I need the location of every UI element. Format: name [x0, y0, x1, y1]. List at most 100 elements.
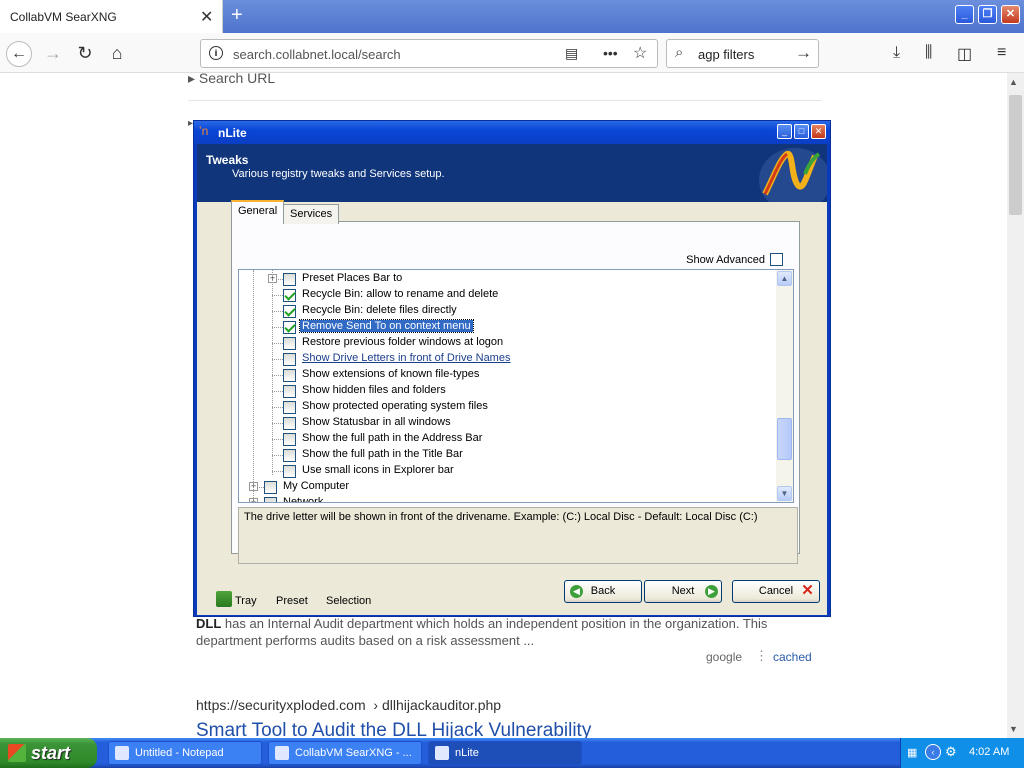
- tree-item[interactable]: + Preset Places Bar to: [239, 271, 777, 287]
- forward-button[interactable]: →: [40, 41, 66, 67]
- tree-scroll-thumb[interactable]: [777, 418, 792, 460]
- start-button[interactable]: start: [0, 738, 97, 768]
- tree-item[interactable]: Recycle Bin: delete files directly: [239, 303, 777, 319]
- page-scroll-thumb[interactable]: [1009, 95, 1022, 215]
- tree-checkbox[interactable]: [283, 289, 296, 302]
- tree-item[interactable]: Show extensions of known file-types: [239, 367, 777, 383]
- scroll-up-icon[interactable]: ▲: [1009, 77, 1018, 87]
- result-menu-icon[interactable]: ⋮: [755, 648, 768, 664]
- tree-item[interactable]: Show the full path in the Address Bar: [239, 431, 777, 447]
- task-notepad[interactable]: Untitled - Notepad: [108, 741, 262, 765]
- nlite-close-button[interactable]: ✕: [811, 124, 826, 139]
- show-advanced-checkbox[interactable]: [770, 253, 783, 266]
- downloads-icon[interactable]: ⤓: [893, 44, 900, 62]
- tree-item-label: Network: [283, 496, 324, 503]
- nlite-logo-icon: [759, 148, 827, 202]
- bookmark-star-icon[interactable]: ☆: [633, 43, 647, 63]
- search-go-icon[interactable]: →: [795, 43, 812, 63]
- firefox-icon: [275, 746, 289, 760]
- task-browser[interactable]: CollabVM SearXNG - ...: [268, 741, 422, 765]
- selection-link[interactable]: Selection: [326, 595, 371, 607]
- search-url-toggle[interactable]: ▸ Search URL: [188, 70, 275, 87]
- tree-item-label: Show hidden files and folders: [302, 384, 446, 396]
- minimize-button[interactable]: _: [955, 5, 974, 24]
- nlite-maximize-button[interactable]: □: [794, 124, 809, 139]
- menu-icon[interactable]: ≡: [997, 44, 1006, 62]
- tree-item[interactable]: Restore previous folder windows at logon: [239, 335, 777, 351]
- tree-checkbox[interactable]: [283, 417, 296, 430]
- tree-checkbox[interactable]: [283, 433, 296, 446]
- tree-scroll-down-icon[interactable]: ▼: [777, 486, 792, 501]
- tree-item[interactable]: + Network: [239, 495, 777, 503]
- nlite-titlebar[interactable]: ʼn nLite _ □ ✕: [194, 121, 830, 144]
- site-info-icon[interactable]: i: [209, 46, 223, 60]
- network-icon[interactable]: ⚙: [945, 744, 957, 760]
- tab-services[interactable]: Services: [283, 204, 340, 224]
- new-tab-button[interactable]: +: [231, 4, 243, 27]
- tree-checkbox[interactable]: [283, 305, 296, 318]
- tree-item[interactable]: Remove Send To on context menu: [239, 319, 777, 335]
- tree-checkbox[interactable]: [264, 481, 277, 494]
- tree-item[interactable]: Show hidden files and folders: [239, 383, 777, 399]
- close-button[interactable]: ✕: [1001, 5, 1020, 24]
- tree-checkbox[interactable]: [283, 385, 296, 398]
- tree-checkbox[interactable]: [283, 321, 296, 334]
- task-nlite[interactable]: nLite: [428, 741, 582, 765]
- browser-tab[interactable]: CollabVM SearXNG ✕: [0, 0, 223, 33]
- tree-item[interactable]: Recycle Bin: allow to rename and delete: [239, 287, 777, 303]
- search-input[interactable]: agp filters: [698, 47, 754, 62]
- tab-close-icon[interactable]: ✕: [200, 7, 213, 27]
- tree-item[interactable]: + My Computer: [239, 479, 777, 495]
- reload-button[interactable]: ↻: [72, 41, 98, 67]
- url-bar[interactable]: i search.collabnet.local/search ▤ ••• ☆: [200, 39, 658, 68]
- tree-checkbox[interactable]: [283, 273, 296, 286]
- tree-item-label: Recycle Bin: delete files directly: [302, 304, 457, 316]
- tree-item[interactable]: Use small icons in Explorer bar: [239, 463, 777, 479]
- tree-line: [253, 270, 254, 502]
- task-label: Untitled - Notepad: [135, 747, 224, 759]
- task-label: nLite: [455, 747, 479, 759]
- tab-general[interactable]: General: [231, 200, 285, 222]
- sidebar-icon[interactable]: ◫: [957, 44, 972, 64]
- scroll-down-icon[interactable]: ▼: [1009, 724, 1018, 734]
- tree-checkbox[interactable]: [283, 449, 296, 462]
- library-icon[interactable]: ⫼: [925, 44, 932, 62]
- page-actions-icon[interactable]: •••: [603, 45, 618, 61]
- result-url[interactable]: https://securityxploded.com › dllhijacka…: [196, 697, 501, 713]
- back-button[interactable]: ←: [6, 41, 32, 67]
- tray-link[interactable]: Tray: [235, 595, 257, 607]
- tree-checkbox[interactable]: [283, 337, 296, 350]
- tree-item-label: Show extensions of known file-types: [302, 368, 480, 380]
- maximize-button[interactable]: ❐: [978, 5, 997, 24]
- next-button[interactable]: Next ▶: [644, 580, 722, 603]
- result-snippet: DLL has an Internal Audit department whi…: [196, 615, 816, 649]
- reader-view-icon[interactable]: ▤: [565, 45, 578, 62]
- search-bar[interactable]: ⌕ agp filters →: [666, 39, 819, 68]
- tweaks-tree[interactable]: + Network + My Computer Use small icons in E…: [238, 269, 794, 503]
- tree-item[interactable]: Show Statusbar in all windows: [239, 415, 777, 431]
- taskbar: start Untitled - Notepad CollabVM SearXN…: [0, 738, 1024, 768]
- tray-icon[interactable]: [216, 591, 232, 607]
- tree-item[interactable]: Show Drive Letters in front of Drive Nam…: [239, 351, 777, 367]
- tree-item-label: Preset Places Bar to: [302, 272, 403, 284]
- tree-checkbox[interactable]: [283, 401, 296, 414]
- cached-link[interactable]: cached: [773, 650, 812, 664]
- url-text[interactable]: search.collabnet.local/search: [233, 47, 401, 62]
- preset-link[interactable]: Preset: [276, 595, 308, 607]
- tree-scrollbar[interactable]: ▲ ▼: [776, 270, 793, 502]
- cancel-button[interactable]: Cancel ✕: [732, 580, 820, 603]
- tree-checkbox[interactable]: [283, 369, 296, 382]
- tree-item[interactable]: Show protected operating system files: [239, 399, 777, 415]
- tree-item[interactable]: Show the full path in the Title Bar: [239, 447, 777, 463]
- back-button[interactable]: ◀ Back: [564, 580, 642, 603]
- nlite-minimize-button[interactable]: _: [777, 124, 792, 139]
- tree-checkbox[interactable]: [283, 353, 296, 366]
- tree-checkbox[interactable]: [283, 465, 296, 478]
- tree-scroll-up-icon[interactable]: ▲: [777, 271, 792, 286]
- divider: [188, 100, 822, 101]
- result-snippet-text: has an Internal Audit department which h…: [196, 616, 768, 648]
- keyboard-icon[interactable]: ▦: [907, 746, 917, 759]
- tray-expand-icon[interactable]: ‹: [925, 744, 941, 760]
- tree-checkbox[interactable]: [264, 497, 277, 502]
- home-button[interactable]: ⌂: [104, 41, 130, 67]
